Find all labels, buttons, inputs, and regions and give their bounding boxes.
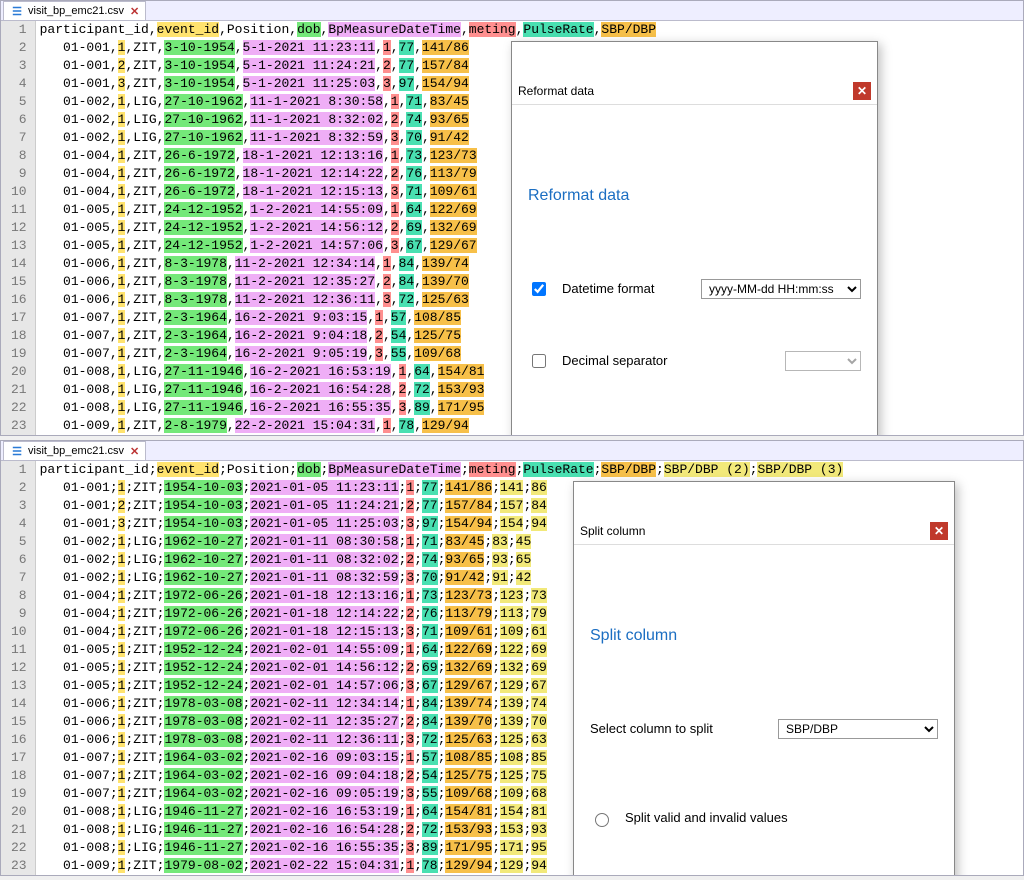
file-icon: ☰ (10, 4, 24, 18)
file-tab[interactable]: ☰ visit_bp_emc21.csv ✕ (3, 1, 146, 20)
decimal-sep-checkbox[interactable] (532, 354, 546, 368)
line-gutter: 1 2 3 4 5 6 7 8 9 10 11 12 13 14 15 16 1… (1, 21, 36, 435)
select-column-dropdown[interactable]: SBP/DBP (778, 719, 938, 739)
tab-bar: ☰ visit_bp_emc21.csv ✕ (1, 1, 1023, 21)
dialog-heading: Split column (590, 627, 938, 645)
select-column-label: Select column to split (590, 720, 768, 738)
line-gutter: 1 2 3 4 5 6 7 8 9 10 11 12 13 14 15 16 1… (1, 461, 36, 875)
close-tab-icon[interactable]: ✕ (130, 5, 139, 18)
split-valid-invalid-radio[interactable] (595, 813, 609, 827)
close-tab-icon[interactable]: ✕ (130, 445, 139, 458)
datetime-format-label: Datetime format (562, 280, 691, 298)
code-editor[interactable]: 1 2 3 4 5 6 7 8 9 10 11 12 13 14 15 16 1… (1, 461, 1023, 875)
decimal-sep-select (785, 351, 861, 371)
file-tab[interactable]: ☰ visit_bp_emc21.csv ✕ (3, 441, 146, 460)
top-editor-panel: ☰ visit_bp_emc21.csv ✕ 1 2 3 4 5 6 7 8 9… (0, 0, 1024, 436)
bottom-editor-panel: ☰ visit_bp_emc21.csv ✕ 1 2 3 4 5 6 7 8 9… (0, 440, 1024, 876)
datetime-format-checkbox[interactable] (532, 282, 546, 296)
split-valid-invalid-label: Split valid and invalid values (625, 809, 938, 827)
close-icon[interactable]: ✕ (930, 522, 948, 540)
dialog-heading: Reformat data (528, 187, 861, 205)
dialog-titlebar[interactable]: Reformat data ✕ (512, 78, 877, 105)
file-icon: ☰ (10, 444, 24, 458)
dialog-title: Reformat data (518, 82, 594, 100)
reformat-dialog: Reformat data ✕ Reformat data Datetime f… (511, 41, 878, 435)
datetime-format-select[interactable]: yyyy-MM-dd HH:mm:ss (701, 279, 861, 299)
code-editor[interactable]: 1 2 3 4 5 6 7 8 9 10 11 12 13 14 15 16 1… (1, 21, 1023, 435)
split-column-dialog: Split column ✕ Split column Select colum… (573, 481, 955, 875)
tab-filename: visit_bp_emc21.csv (28, 445, 124, 457)
dialog-title: Split column (580, 522, 645, 540)
dialog-titlebar[interactable]: Split column ✕ (574, 518, 954, 545)
close-icon[interactable]: ✕ (853, 82, 871, 100)
decimal-sep-label: Decimal separator (562, 352, 775, 370)
tab-bar: ☰ visit_bp_emc21.csv ✕ (1, 441, 1023, 461)
tab-filename: visit_bp_emc21.csv (28, 5, 124, 17)
